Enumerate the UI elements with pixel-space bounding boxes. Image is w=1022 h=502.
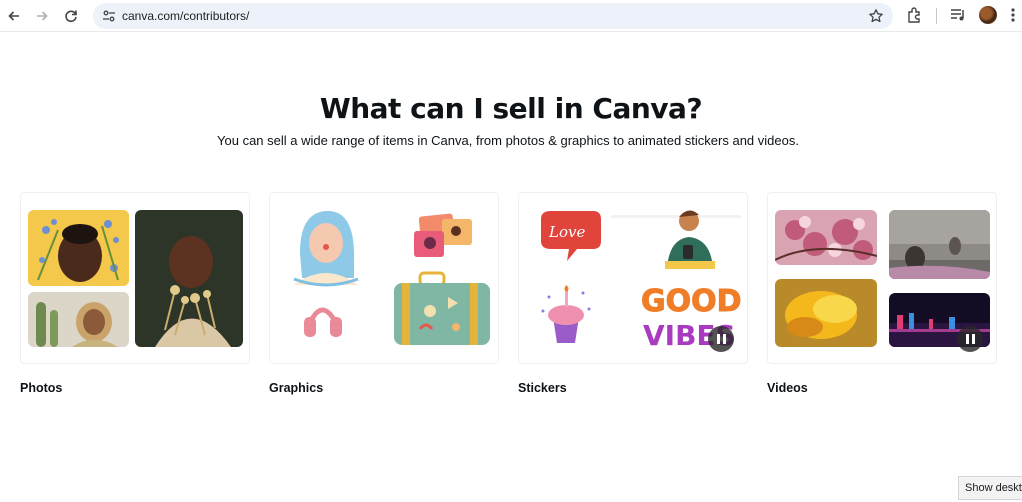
forward-icon[interactable] xyxy=(31,5,53,27)
reload-icon[interactable] xyxy=(60,5,82,27)
bookmark-star-icon[interactable] xyxy=(868,8,884,24)
menu-icon[interactable] xyxy=(1008,6,1018,24)
videos-label[interactable]: Videos xyxy=(767,381,808,395)
video-cherry-blossoms xyxy=(775,210,877,265)
photos-card[interactable] xyxy=(20,192,250,364)
section-subtitle: You can sell a wide range of items in Ca… xyxy=(217,133,799,148)
media-controls-icon[interactable] xyxy=(950,7,966,23)
pause-button[interactable] xyxy=(708,326,734,352)
graphics-card[interactable] xyxy=(269,192,499,364)
stickers-label[interactable]: Stickers xyxy=(518,381,567,395)
photo-man-flowers xyxy=(28,210,129,286)
site-settings-icon[interactable] xyxy=(101,8,117,24)
photo-woman-cactus xyxy=(28,292,129,347)
graphics-illustrations xyxy=(293,211,490,345)
photo-woman-dried-flowers xyxy=(135,210,243,347)
toolbar-divider xyxy=(936,8,937,24)
videos-card[interactable] xyxy=(767,192,997,364)
extensions-icon[interactable] xyxy=(906,6,924,24)
profile-avatar[interactable] xyxy=(979,6,997,24)
url-text: canva.com/contributors/ xyxy=(122,9,250,23)
show-desktop-tooltip: Show desktop xyxy=(958,476,1022,500)
stickers-card[interactable]: Love GOOD VIBES xyxy=(518,192,748,364)
graphics-label[interactable]: Graphics xyxy=(269,381,323,395)
video-yoga-class xyxy=(889,210,990,279)
back-icon[interactable] xyxy=(3,5,25,27)
video-yellow-flower xyxy=(775,279,877,347)
pause-button[interactable] xyxy=(957,326,983,352)
address-bar[interactable]: canva.com/contributors/ xyxy=(93,3,893,29)
sticker-good-text: GOOD xyxy=(641,284,742,319)
photos-label[interactable]: Photos xyxy=(20,381,62,395)
sticker-love-text: Love xyxy=(548,223,585,241)
browser-toolbar: canva.com/contributors/ xyxy=(0,0,1022,32)
section-title: What can I sell in Canva? xyxy=(319,92,703,125)
